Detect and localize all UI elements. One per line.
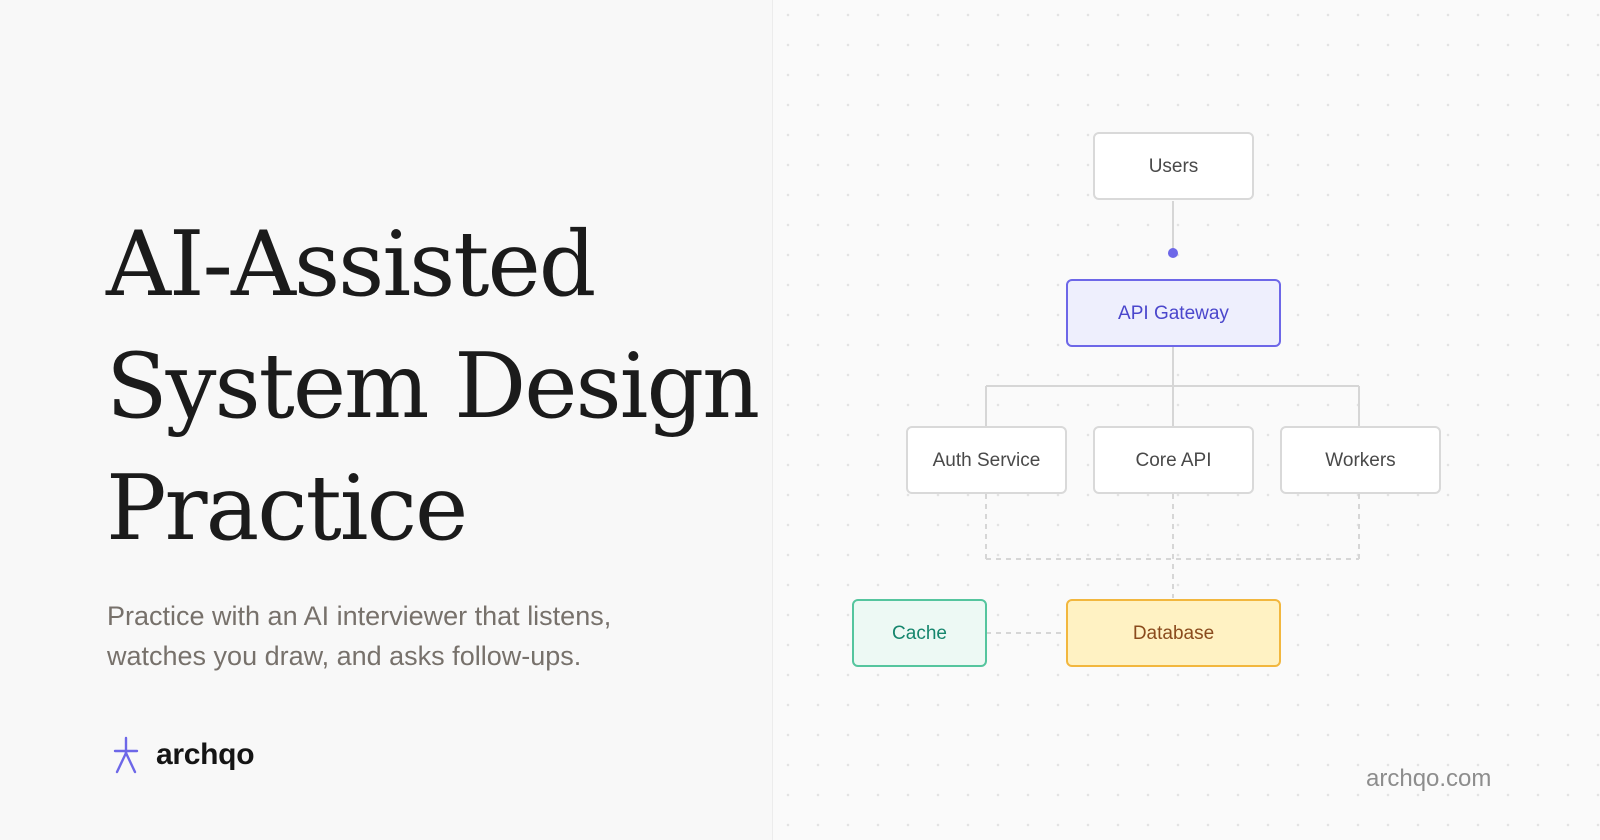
title-line-3: Practice [106,456,468,561]
subtitle-line-1: Practice with an AI interviewer that lis… [107,601,612,631]
api-gateway-node: API Gateway [1066,279,1281,347]
dotted-diagram-canvas [773,0,1600,840]
subtitle-line-2: watches you draw, and asks follow-ups. [107,641,582,671]
brand-name: archqo [156,738,255,771]
page-title: AI-Assisted System Design Practice [106,204,760,570]
database-node: Database [1066,599,1281,667]
title-line-2: System Design [106,334,760,439]
brand-logo: archqo [110,734,255,776]
cache-node: Cache [852,599,987,667]
auth-service-node: Auth Service [906,426,1067,494]
site-domain: archqo.com [1366,765,1492,792]
workers-node: Workers [1280,426,1441,494]
stick-figure-icon [113,736,139,774]
hero-subtitle: Practice with an AI interviewer that lis… [107,596,727,676]
social-preview-card: AI-Assisted System Design Practice Pract… [0,0,1600,840]
users-node: Users [1093,132,1254,200]
core-api-node: Core API [1093,426,1254,494]
title-line-1: AI-Assisted [106,212,596,317]
